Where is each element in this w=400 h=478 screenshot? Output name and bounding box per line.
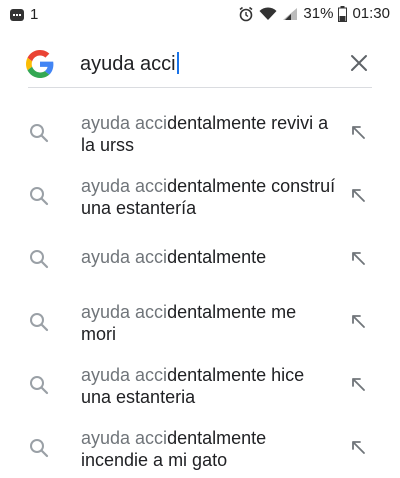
message-icon: [10, 8, 24, 21]
suggestion-item[interactable]: ayuda accidentalmente construí una estan…: [0, 163, 400, 226]
suggestion-text: ayuda accidentalmente me mori: [81, 301, 336, 345]
arrow-up-left-icon[interactable]: [348, 122, 368, 142]
clock: 01:30: [352, 5, 390, 22]
suggestion-typed-part: ayuda acci: [81, 302, 168, 322]
status-left: 1: [10, 6, 38, 23]
suggestion-text: ayuda accidentalmente revivi a la urss: [81, 112, 336, 156]
suggestion-completion: dentalmente: [167, 247, 267, 267]
suggestion-item[interactable]: ayuda accidentalmente hice una estanteri…: [0, 352, 400, 415]
suggestion-typed-part: ayuda acci: [81, 113, 168, 133]
notification-count: 1: [30, 6, 39, 23]
text-cursor: [176, 52, 179, 74]
arrow-up-left-icon[interactable]: [348, 311, 368, 331]
search-input[interactable]: ayuda acci: [80, 52, 179, 76]
wifi-icon: [259, 6, 277, 20]
search-divider: [28, 87, 372, 88]
suggestion-item[interactable]: ayuda accidentalmente revivi a la urss: [0, 100, 400, 163]
search-icon: [30, 187, 49, 206]
status-bar: 1 31% 01:30: [0, 0, 400, 30]
status-right: 31% 01:30: [238, 5, 390, 22]
suggestion-typed-part: ayuda acci: [81, 428, 168, 448]
search-icon: [30, 376, 49, 395]
suggestion-typed-part: ayuda acci: [81, 176, 168, 196]
arrow-up-left-icon[interactable]: [348, 374, 368, 394]
close-icon[interactable]: [348, 52, 370, 74]
suggestion-item[interactable]: ayuda accidentalmente incendie a mi gato: [0, 415, 400, 478]
battery-percent: 31%: [303, 5, 334, 22]
search-bar: ayuda acci: [0, 30, 400, 90]
arrow-up-left-icon[interactable]: [348, 185, 368, 205]
suggestion-item[interactable]: ayuda accidentalmente me mori: [0, 289, 400, 352]
arrow-up-left-icon[interactable]: [348, 437, 368, 457]
suggestion-list: ayuda accidentalmente revivi a la urss a…: [0, 100, 400, 478]
suggestion-typed-part: ayuda acci: [81, 247, 168, 267]
suggestion-text: ayuda accidentalmente incendie a mi gato: [81, 427, 336, 471]
suggestion-text: ayuda accidentalmente hice una estanteri…: [81, 364, 336, 408]
suggestion-item[interactable]: ayuda accidentalmente: [0, 226, 400, 289]
suggestion-typed-part: ayuda acci: [81, 365, 168, 385]
search-icon: [30, 313, 49, 332]
search-icon: [30, 250, 49, 269]
alarm-icon: [239, 6, 253, 21]
signal-icon: [283, 7, 298, 20]
battery-icon: [338, 5, 348, 22]
google-g-logo: [26, 50, 54, 78]
arrow-up-left-icon[interactable]: [348, 248, 368, 268]
search-query-text: ayuda acci: [80, 53, 176, 75]
suggestion-text: ayuda accidentalmente construí una estan…: [81, 175, 336, 219]
search-icon: [30, 124, 49, 143]
search-icon: [30, 439, 49, 458]
suggestion-text: ayuda accidentalmente: [81, 246, 336, 268]
